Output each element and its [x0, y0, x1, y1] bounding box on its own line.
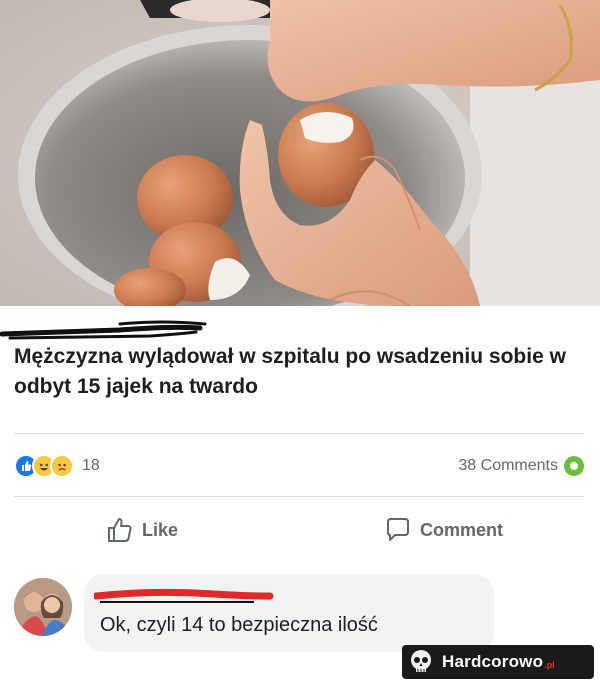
comment-text: Ok, czyli 14 to bezpieczna ilość: [100, 614, 378, 636]
watermark: Hardcorowo .pl: [402, 645, 594, 679]
post-card: Mężczyzna wylądował w szpitalu po wsadze…: [0, 306, 600, 685]
post-photo[interactable]: [0, 0, 600, 306]
divider: [14, 496, 584, 497]
sad-icon: [50, 454, 74, 478]
redacted-commenter-name: [94, 588, 274, 603]
reaction-summary[interactable]: 18: [14, 454, 100, 478]
comments-count-label: 38 Comments: [458, 457, 558, 474]
thumbs-up-icon: [108, 518, 132, 542]
redacted-source-name: [0, 320, 207, 340]
like-label: Like: [142, 519, 179, 540]
watermark-suffix: .pl: [544, 660, 555, 670]
egg-pot-image: [0, 0, 600, 306]
comments-indicator-icon: [564, 456, 584, 476]
comments-count-link[interactable]: 38 Comments: [458, 454, 584, 478]
skull-logo-icon: [411, 650, 431, 672]
comment-label: Comment: [420, 519, 504, 540]
comment-bubble: Ok, czyli 14 to bezpieczna ilość: [84, 574, 494, 652]
comment-button[interactable]: Comment: [384, 516, 503, 544]
article-headline[interactable]: Mężczyzna wylądował w szpitalu po wsadze…: [14, 342, 584, 402]
reaction-count: 18: [82, 457, 100, 474]
watermark-name: Hardcorowo: [442, 652, 544, 671]
like-button[interactable]: Like: [106, 516, 178, 544]
avatar[interactable]: [14, 578, 72, 636]
speech-bubble-icon: [387, 518, 409, 541]
divider: [14, 433, 584, 434]
